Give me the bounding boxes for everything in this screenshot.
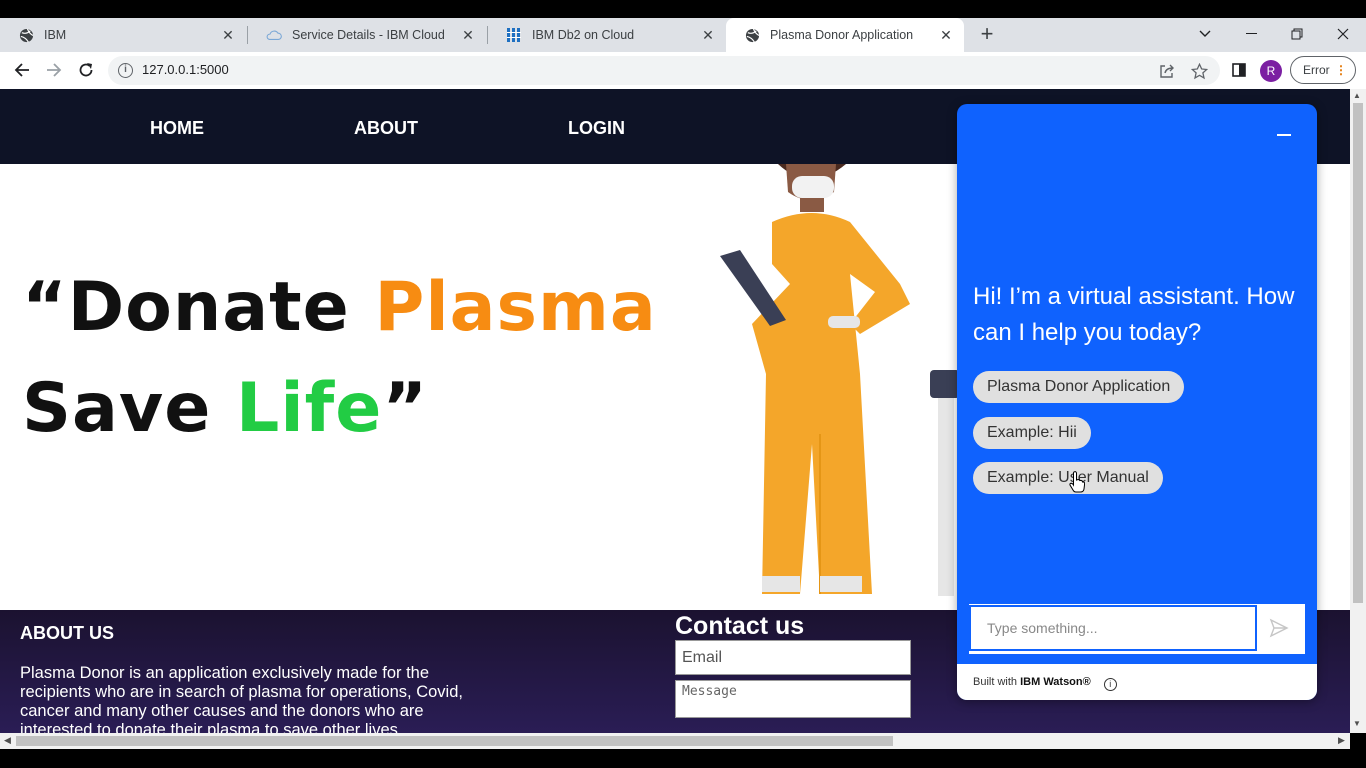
horizontal-scrollbar[interactable]: ◀ ▶ bbox=[0, 733, 1350, 749]
nav-home-link[interactable]: HOME bbox=[150, 118, 204, 139]
contact-heading: Contact us bbox=[675, 612, 805, 640]
nurse-illustration bbox=[720, 164, 960, 596]
minimize-chat-icon[interactable] bbox=[1277, 134, 1291, 136]
close-icon[interactable]: ✕ bbox=[460, 27, 476, 43]
chat-footer: Built with IBM Watson® i bbox=[957, 664, 1317, 700]
minimize-window-icon[interactable] bbox=[1228, 18, 1274, 50]
chat-option-hii[interactable]: Example: Hii bbox=[973, 417, 1091, 449]
close-window-icon[interactable] bbox=[1320, 18, 1366, 50]
restore-window-icon[interactable] bbox=[1274, 18, 1320, 50]
hero-quote-line-1: “Donate Plasma bbox=[22, 268, 657, 347]
scroll-left-icon[interactable]: ◀ bbox=[4, 735, 11, 746]
nav-about-link[interactable]: ABOUT bbox=[354, 118, 418, 139]
hero-quote-line-2: Save Life” bbox=[22, 369, 429, 448]
close-icon[interactable]: ✕ bbox=[938, 27, 954, 43]
omnibox[interactable]: i 127.0.0.1:5000 bbox=[108, 56, 1220, 85]
message-field[interactable]: Message bbox=[675, 680, 911, 718]
chat-input-bar: Type something... bbox=[969, 604, 1305, 654]
chat-message-input[interactable]: Type something... bbox=[969, 605, 1257, 651]
email-field[interactable]: Email bbox=[675, 640, 911, 675]
cloud-icon bbox=[266, 27, 282, 43]
tab-title: Service Details - IBM Cloud bbox=[292, 28, 445, 42]
scroll-right-icon[interactable]: ▶ bbox=[1338, 735, 1345, 746]
close-icon[interactable]: ✕ bbox=[700, 27, 716, 43]
tab-search-icon[interactable] bbox=[1182, 18, 1228, 50]
scroll-down-icon[interactable]: ▼ bbox=[1353, 719, 1361, 728]
tab-strip: IBM ✕ Service Details - IBM Cloud ✕ IBM … bbox=[0, 18, 1366, 52]
site-info-icon[interactable]: i bbox=[118, 63, 133, 78]
new-tab-button[interactable]: + bbox=[976, 23, 998, 46]
info-icon[interactable]: i bbox=[1103, 678, 1117, 691]
vertical-scrollbar[interactable]: ▲ ▼ bbox=[1350, 89, 1366, 733]
tab-service-details[interactable]: Service Details - IBM Cloud ✕ bbox=[248, 18, 486, 52]
url-text[interactable]: 127.0.0.1:5000 bbox=[142, 62, 229, 77]
profile-avatar[interactable]: R bbox=[1260, 60, 1282, 82]
reload-icon[interactable] bbox=[74, 58, 98, 82]
hand-cursor-icon bbox=[1069, 471, 1085, 493]
side-panel-icon[interactable] bbox=[1227, 58, 1251, 82]
back-icon[interactable] bbox=[10, 58, 34, 82]
globe-icon bbox=[18, 27, 34, 43]
about-heading: ABOUT US bbox=[20, 623, 114, 643]
error-label: Error bbox=[1303, 63, 1330, 77]
screen-top-strip bbox=[0, 0, 1366, 18]
share-icon[interactable] bbox=[1158, 62, 1176, 80]
tab-db2[interactable]: IBM Db2 on Cloud ✕ bbox=[488, 18, 726, 52]
nav-login-link[interactable]: LOGIN bbox=[568, 118, 625, 139]
tab-title: IBM bbox=[44, 28, 67, 42]
tab-title: Plasma Donor Application bbox=[770, 28, 914, 42]
tab-plasma-donor[interactable]: Plasma Donor Application ✕ bbox=[726, 18, 964, 52]
forward-icon[interactable] bbox=[42, 58, 66, 82]
bookmark-star-icon[interactable] bbox=[1190, 62, 1208, 80]
screen-bottom-strip bbox=[0, 749, 1366, 768]
db2-icon bbox=[506, 27, 522, 43]
chat-greeting: Hi! I’m a virtual assistant. How can I h… bbox=[973, 283, 1295, 346]
chat-widget: Hi! I’m a virtual assistant. How can I h… bbox=[957, 104, 1317, 700]
close-icon[interactable]: ✕ bbox=[220, 27, 236, 43]
tab-ibm[interactable]: IBM ✕ bbox=[0, 18, 246, 52]
watson-brand: IBM Watson® bbox=[1020, 676, 1091, 688]
error-button[interactable]: Error ⋮ bbox=[1290, 56, 1356, 84]
address-toolbar: i 127.0.0.1:5000 R Error ⋮ bbox=[0, 52, 1366, 89]
built-with-label: Built with bbox=[973, 676, 1018, 688]
chat-option-plasma-donor[interactable]: Plasma Donor Application bbox=[973, 371, 1185, 403]
globe-icon bbox=[744, 27, 760, 43]
more-icon: ⋮ bbox=[1335, 63, 1347, 77]
send-icon[interactable] bbox=[1269, 618, 1289, 638]
scroll-up-icon[interactable]: ▲ bbox=[1353, 91, 1361, 100]
about-text: Plasma Donor is an application exclusive… bbox=[20, 664, 463, 733]
chat-option-user-manual[interactable]: Example: User Manual bbox=[973, 462, 1163, 494]
scroll-thumb[interactable] bbox=[16, 736, 893, 746]
scroll-thumb[interactable] bbox=[1353, 103, 1363, 603]
tab-title: IBM Db2 on Cloud bbox=[532, 28, 635, 42]
